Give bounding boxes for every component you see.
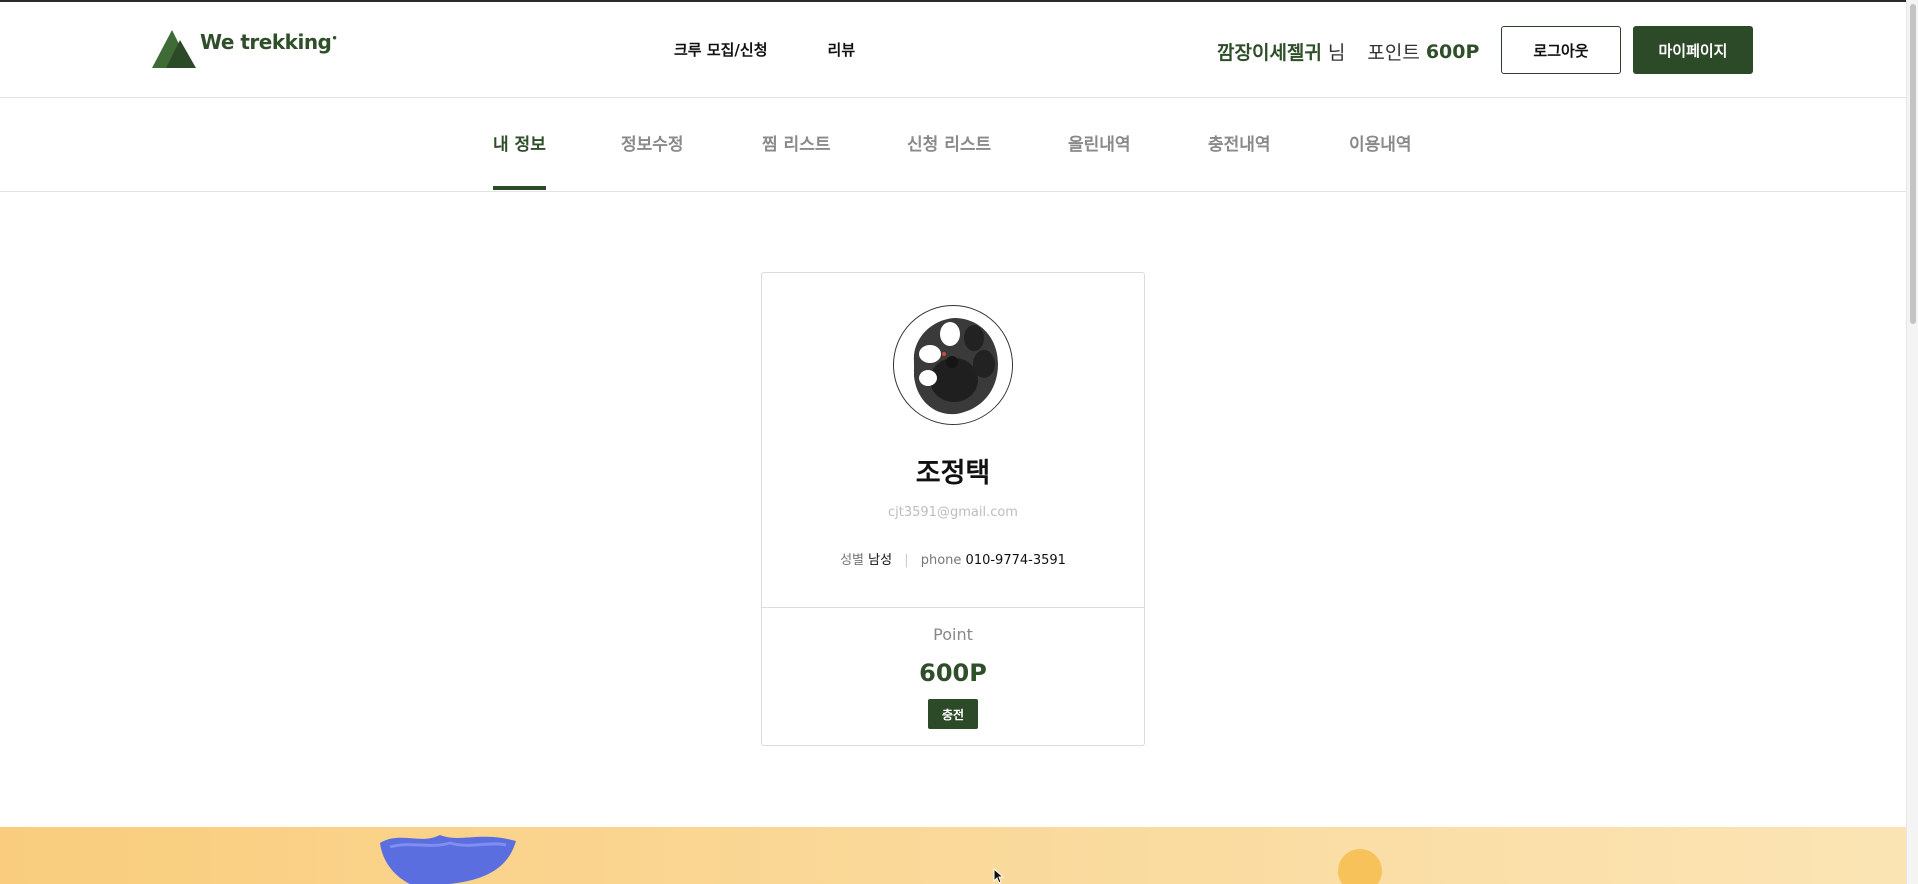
tab-usage-history[interactable]: 이용내역 bbox=[1349, 130, 1412, 190]
nav-review[interactable]: 리뷰 bbox=[828, 39, 856, 60]
user-nickname: 깜장이세젤귀 bbox=[1217, 42, 1322, 64]
nav-crew-recruit[interactable]: 크루 모집/신청 bbox=[674, 39, 768, 60]
tab-posted-history[interactable]: 올린내역 bbox=[1068, 130, 1131, 190]
profile-email: cjt3591@gmail.com bbox=[888, 505, 1018, 520]
phone-value: 010-9774-3591 bbox=[965, 553, 1066, 568]
scrollbar-thumb[interactable] bbox=[1910, 4, 1916, 324]
point-section-title: Point bbox=[933, 625, 973, 644]
details-separator: | bbox=[904, 553, 909, 568]
charge-button[interactable]: 충전 bbox=[928, 699, 978, 729]
tab-my-info[interactable]: 내 정보 bbox=[493, 130, 546, 190]
tab-wishlist[interactable]: 찜 리스트 bbox=[762, 130, 830, 190]
logo[interactable]: We trekking• bbox=[152, 26, 338, 70]
profile-name: 조정택 bbox=[915, 458, 991, 489]
main-nav: 크루 모집/신청 리뷰 bbox=[674, 39, 855, 60]
point-value: 600P bbox=[1425, 40, 1480, 63]
cat-paw-avatar-icon bbox=[896, 308, 1012, 424]
mountain-logo-icon bbox=[152, 30, 196, 68]
flower-illustration-icon bbox=[380, 835, 516, 884]
point-label: 포인트 bbox=[1367, 42, 1420, 64]
scrollbar[interactable] bbox=[1906, 0, 1918, 884]
gender-value: 남성 bbox=[868, 553, 893, 568]
logo-text: We trekking• bbox=[200, 30, 338, 54]
phone-label: phone bbox=[920, 553, 962, 568]
tab-application-list[interactable]: 신청 리스트 bbox=[907, 130, 991, 190]
card-divider bbox=[762, 607, 1144, 608]
mypage-tabs: 내 정보 정보수정 찜 리스트 신청 리스트 올린내역 충전내역 이용내역 bbox=[0, 98, 1906, 192]
user-suffix: 님 bbox=[1327, 42, 1346, 64]
profile-details: 성별 남성 | phone 010-9774-3591 bbox=[762, 549, 1144, 568]
profile-card: 조정택 cjt3591@gmail.com 성별 남성 | phone 010-… bbox=[761, 272, 1145, 746]
sun-illustration-icon bbox=[1338, 849, 1382, 884]
mypage-button[interactable]: 마이페이지 bbox=[1633, 26, 1753, 74]
promo-banner bbox=[0, 827, 1906, 884]
point-balance: 600P bbox=[919, 659, 987, 687]
tab-edit-info[interactable]: 정보수정 bbox=[621, 130, 684, 190]
site-header: We trekking• 크루 모집/신청 리뷰 깜장이세젤귀 님 포인트 60… bbox=[0, 2, 1906, 98]
logout-button[interactable]: 로그아웃 bbox=[1501, 26, 1621, 74]
gender-label: 성별 bbox=[840, 553, 864, 568]
avatar bbox=[893, 305, 1013, 425]
user-info: 깜장이세젤귀 님 포인트 600P bbox=[1217, 38, 1479, 65]
mouse-cursor-icon bbox=[993, 868, 1005, 884]
tab-charge-history[interactable]: 충전내역 bbox=[1208, 130, 1271, 190]
